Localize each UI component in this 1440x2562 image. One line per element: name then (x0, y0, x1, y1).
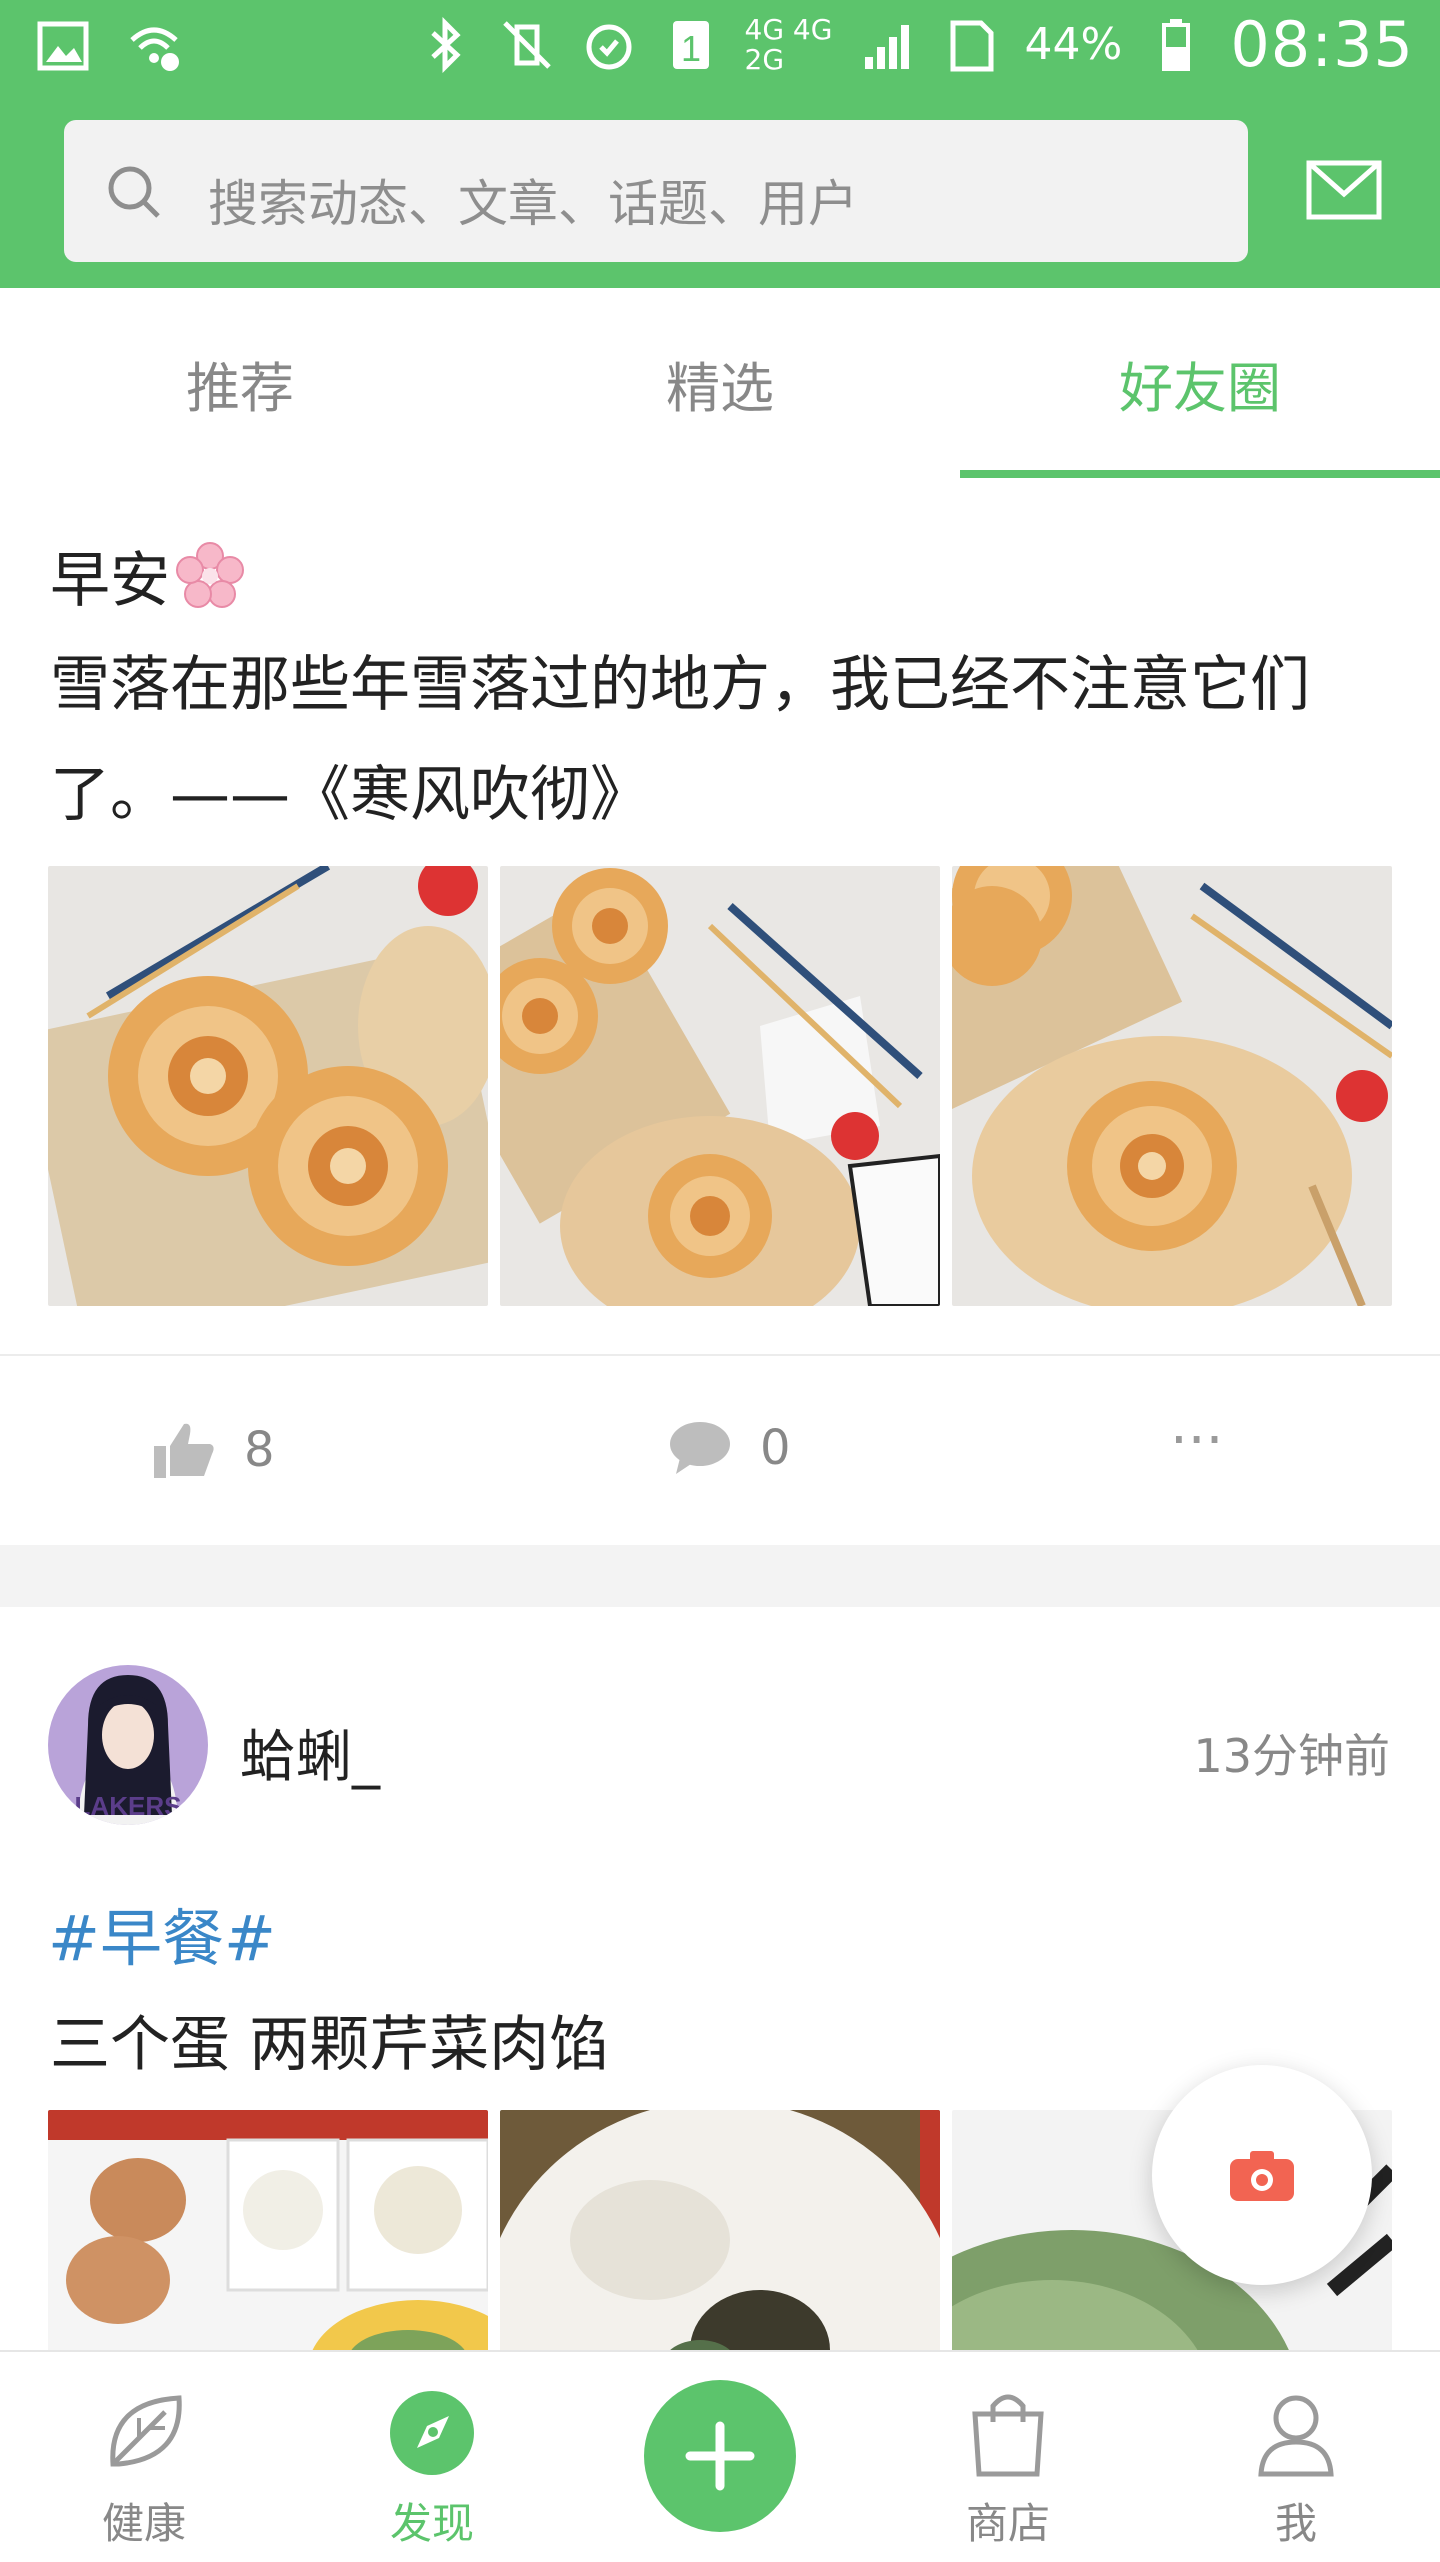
tab-featured[interactable]: 精选 (480, 288, 960, 478)
svg-text:1: 1 (681, 28, 701, 69)
battery-icon (1162, 18, 1191, 71)
like-count: 8 (244, 1422, 275, 1478)
nav-discover[interactable]: 发现 (332, 2352, 532, 2562)
camera-button[interactable] (1152, 2065, 1372, 2285)
sim-card-icon (950, 20, 994, 71)
plus-icon (685, 2421, 755, 2491)
post-body: 雪落在那些年雪落过的地方，我已经不注意它们了。——《寒风吹彻》 (50, 650, 1310, 830)
nav-label: 我 (1274, 2499, 1317, 2548)
post-title-text: 早安 (50, 546, 170, 616)
compass-icon (390, 2391, 474, 2475)
avatar[interactable]: LAKERS (48, 1665, 208, 1825)
tab-recommend[interactable]: 推荐 (0, 288, 480, 478)
tab-active-indicator (960, 470, 1440, 478)
search-icon (108, 166, 160, 218)
post-time: 13分钟前 (1193, 1729, 1390, 1783)
post-title: 早安 (50, 532, 246, 619)
like-button[interactable]: 8 (152, 1420, 275, 1480)
nav-health[interactable]: 健康 (44, 2352, 244, 2562)
nav-label: 发现 (389, 2499, 474, 2548)
divider (0, 1354, 1440, 1356)
leaf-icon (110, 2395, 182, 2467)
gallery-icon (37, 21, 89, 71)
post-actions: 8 0 ··· (0, 1360, 1440, 1540)
thumbs-up-icon (154, 1423, 214, 1478)
more-button[interactable]: ··· (1170, 1408, 1223, 1473)
tab-bar: 推荐 精选 好友圈 (0, 288, 1440, 478)
comment-icon (670, 1422, 730, 1474)
shopping-bag-icon (972, 2394, 1044, 2477)
post-image-grid (48, 866, 1392, 1306)
alarm-icon (586, 24, 632, 69)
section-separator (0, 1545, 1440, 1607)
network-label: 4G 4G 2G (744, 12, 833, 76)
add-post-button[interactable] (644, 2380, 796, 2532)
tab-friends[interactable]: 好友圈 (960, 288, 1440, 478)
clock: 08:35 (1230, 8, 1414, 81)
vibrate-off-icon (502, 20, 551, 69)
username[interactable]: 蛤蜊_ (240, 1712, 380, 1793)
post-image[interactable] (48, 866, 488, 1306)
status-bar: 1 4G 4G 2G 44% 08:35 (0, 0, 1440, 100)
top-header: 1 4G 4G 2G 44% 08:35 搜索动态、文章、话题、用户 (0, 0, 1440, 288)
comment-count: 0 (760, 1420, 791, 1476)
signal-icon (864, 24, 909, 69)
sim-icon: 1 (672, 20, 709, 69)
nav-me[interactable]: 我 (1196, 2352, 1396, 2562)
post-image[interactable] (500, 866, 940, 1306)
user-icon (1258, 2395, 1334, 2477)
post-image[interactable] (952, 866, 1392, 1306)
mail-icon[interactable] (1306, 160, 1382, 220)
comment-button[interactable]: 0 (668, 1420, 791, 1476)
nav-label: 商店 (965, 2499, 1050, 2548)
camera-icon (1230, 2151, 1294, 2201)
search-input[interactable]: 搜索动态、文章、话题、用户 (64, 120, 1248, 262)
nav-store[interactable]: 商店 (908, 2352, 1108, 2562)
cherry-blossom-icon (176, 541, 244, 608)
bluetooth-icon (430, 16, 461, 73)
wifi-icon (130, 27, 179, 71)
post-body: 三个蛋 两颗芹菜肉馅 (50, 2010, 610, 2080)
battery-percent: 44% (1024, 19, 1123, 70)
svg-text:LAKERS: LAKERS (75, 1791, 182, 1821)
search-placeholder: 搜索动态、文章、话题、用户 (208, 175, 858, 233)
hashtag-link[interactable]: #早餐# (48, 1888, 276, 1978)
nav-label: 健康 (101, 2499, 186, 2548)
